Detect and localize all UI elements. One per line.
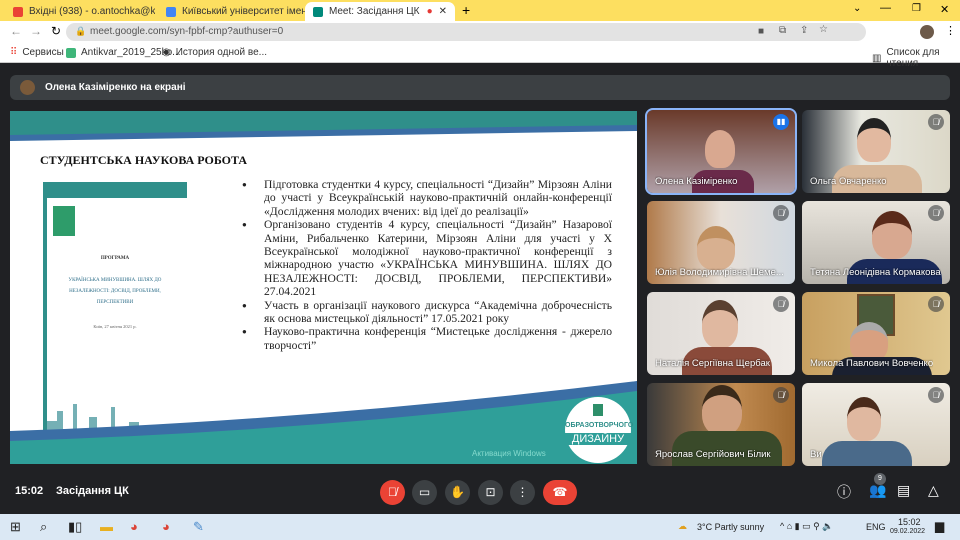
weather-text[interactable]: 3°C Partly sunny: [697, 522, 764, 532]
slide-top-banner: [10, 111, 637, 141]
mic-off-icon: 🎙̸: [773, 205, 789, 221]
recording-icon: ●: [426, 6, 433, 17]
chat-icon[interactable]: ▤: [897, 482, 910, 499]
reading-list-button[interactable]: ▥ Список для чтения: [872, 47, 960, 69]
tray-chevron-icon[interactable]: ^ ⌂ ▮ ▭ ⚲ 🔈: [780, 521, 833, 532]
meeting-details-icon[interactable]: ⓘ: [837, 482, 851, 502]
participant-tile[interactable]: 🎙̸ Наталія Сергіївна Щербак: [647, 292, 795, 375]
presenter-banner: Олена Казіміренко на екрані: [10, 75, 950, 100]
chrome-icon[interactable]: ◕: [130, 519, 138, 534]
activities-icon[interactable]: △: [928, 482, 939, 499]
bookmarks-bar: ⠿ Сервисы Antikvar_2019_25ko... ◉ История …: [0, 43, 960, 69]
university-crest-icon: [53, 206, 75, 236]
profile-avatar[interactable]: [920, 25, 934, 39]
windows-taskbar: ⊞ ⌕ ▮▯ ▬ ◕ ◕ ✎ ☁ 3°C Partly sunny ^ ⌂ ▮ …: [0, 514, 960, 540]
mic-off-icon: 🎙̸: [928, 387, 944, 403]
tab-bar: Вхідні (938) - o.antochka@kubg...✕ Київс…: [0, 0, 960, 21]
speaking-indicator-icon: ▮▮: [773, 114, 789, 130]
taskbar-date[interactable]: 09.02.2022: [890, 528, 925, 535]
back-button[interactable]: ←: [10, 24, 22, 38]
tab-search-icon[interactable]: ⌄: [853, 3, 861, 14]
slide-bullet-list: Підготовка студентки 4 курсу, спеціально…: [242, 178, 612, 352]
taskbar-clock[interactable]: 15:02: [898, 517, 921, 527]
camera-toggle-button[interactable]: ▭: [412, 480, 437, 505]
mic-off-icon: 🎙̸: [773, 387, 789, 403]
present-screen-button[interactable]: ⊡: [478, 480, 503, 505]
bullet-item: Науково-практична конференція “Мистецьке…: [242, 325, 612, 352]
mic-off-icon: 🎙̸: [773, 296, 789, 312]
language-indicator[interactable]: ENG: [866, 522, 886, 532]
chrome-profile-icon[interactable]: ◕: [162, 519, 170, 534]
mic-toggle-button[interactable]: 🎙̸: [380, 480, 405, 505]
globe-icon: ◉: [162, 47, 171, 58]
minimize-button[interactable]: —: [880, 2, 891, 14]
bookmark-history[interactable]: ◉ История одной ве...: [162, 47, 267, 58]
gmail-icon: [13, 6, 23, 17]
participant-tile[interactable]: 🎙̸ Микола Павлович Вовченко: [802, 292, 950, 375]
weather-icon: ☁: [678, 521, 687, 531]
close-tab-icon[interactable]: ✕: [439, 6, 447, 17]
search-icon[interactable]: ⌕: [40, 519, 47, 535]
forward-button[interactable]: →: [30, 24, 42, 38]
apps-grid-icon: ⠿: [10, 47, 18, 58]
notifications-icon[interactable]: ▆: [935, 519, 944, 533]
mic-off-icon: 🎙̸: [928, 205, 944, 221]
file-explorer-icon[interactable]: ▬: [100, 519, 113, 534]
restore-button[interactable]: ❐: [912, 3, 921, 14]
bookmark-services[interactable]: ⠿ Сервисы: [10, 47, 64, 58]
meeting-time: 15:02: [15, 485, 44, 497]
bullet-item: Підготовка студентки 4 курсу, спеціально…: [242, 178, 612, 218]
share-icon[interactable]: ⇪: [800, 25, 808, 36]
windows-start-icon[interactable]: ⊞: [10, 519, 21, 535]
reload-button[interactable]: ↻: [51, 24, 61, 38]
meet-control-bar: 15:02 Засідання ЦК 🎙̸ ▭ ✋ ⊡ ⋮ ☎ ⓘ 👥 9 ▤ …: [0, 470, 960, 514]
participant-tile[interactable]: 🎙̸ Ви: [802, 383, 950, 466]
participant-tile[interactable]: 🎙̸ Ольга Овчаренко: [802, 110, 950, 193]
lock-icon: 🔒: [75, 26, 87, 36]
presenter-avatar: [20, 80, 35, 95]
bullet-item: Участь в організації наукового дискурса …: [242, 299, 612, 326]
university-icon: [166, 6, 176, 17]
mic-off-icon: 🎙̸: [928, 296, 944, 312]
participant-tile[interactable]: 🎙̸ Юлія Володимирівна Шеме...: [647, 201, 795, 284]
task-view-icon[interactable]: ▮▯: [68, 519, 82, 535]
participant-tile[interactable]: 🎙̸ Тетяна Леонідівна Кормакова: [802, 201, 950, 284]
presentation-slide: СТУДЕНТСЬКА НАУКОВА РОБОТА ПРОГРАМА УКРА…: [10, 111, 637, 464]
translate-icon[interactable]: ⧉: [779, 25, 786, 36]
drive-icon: [66, 47, 76, 58]
paint-icon[interactable]: ✎: [193, 519, 204, 535]
new-tab-button[interactable]: +: [462, 2, 470, 18]
close-window-button[interactable]: ✕: [940, 3, 949, 16]
camera-icon[interactable]: ■: [758, 26, 764, 37]
url-input[interactable]: 🔒 meet.google.com/syn-fpbf-cmp?authuser=…: [66, 23, 866, 41]
design-department-logo: ОБРАЗОТВОРЧОГО ДИЗАЙНУ: [565, 397, 633, 463]
bullet-item: Організовано студентів 4 курсу, спеціаль…: [242, 218, 612, 298]
participant-tile[interactable]: 🎙̸ Ярослав Сергійович Білик: [647, 383, 795, 466]
more-options-button[interactable]: ⋮: [510, 480, 535, 505]
windows-activation-watermark: Активация Windows: [472, 449, 546, 458]
meeting-name: Засідання ЦК: [56, 485, 129, 497]
slide-title: СТУДЕНТСЬКА НАУКОВА РОБОТА: [40, 153, 248, 167]
bookmark-star-icon[interactable]: ☆: [819, 24, 828, 35]
tab-university[interactable]: Київський університет імені Бор✕: [158, 2, 305, 21]
browser-menu-icon[interactable]: ⋮: [945, 24, 956, 37]
tab-meet[interactable]: Meet: Засідання ЦК ● ✕: [305, 2, 455, 21]
raise-hand-button[interactable]: ✋: [445, 480, 470, 505]
participant-tile[interactable]: ▮▮ Олена Казіміренко: [645, 108, 797, 195]
tab-gmail[interactable]: Вхідні (938) - o.antochka@kubg...✕: [5, 2, 155, 21]
reading-list-icon: ▥: [872, 52, 882, 64]
address-bar-row: ← → ↻ 🔒 meet.google.com/syn-fpbf-cmp?aut…: [0, 21, 960, 43]
mic-off-icon: 🎙̸: [928, 114, 944, 130]
leave-call-button[interactable]: ☎: [543, 480, 577, 505]
meet-icon: [313, 6, 323, 17]
participant-count-badge: 9: [874, 473, 886, 485]
